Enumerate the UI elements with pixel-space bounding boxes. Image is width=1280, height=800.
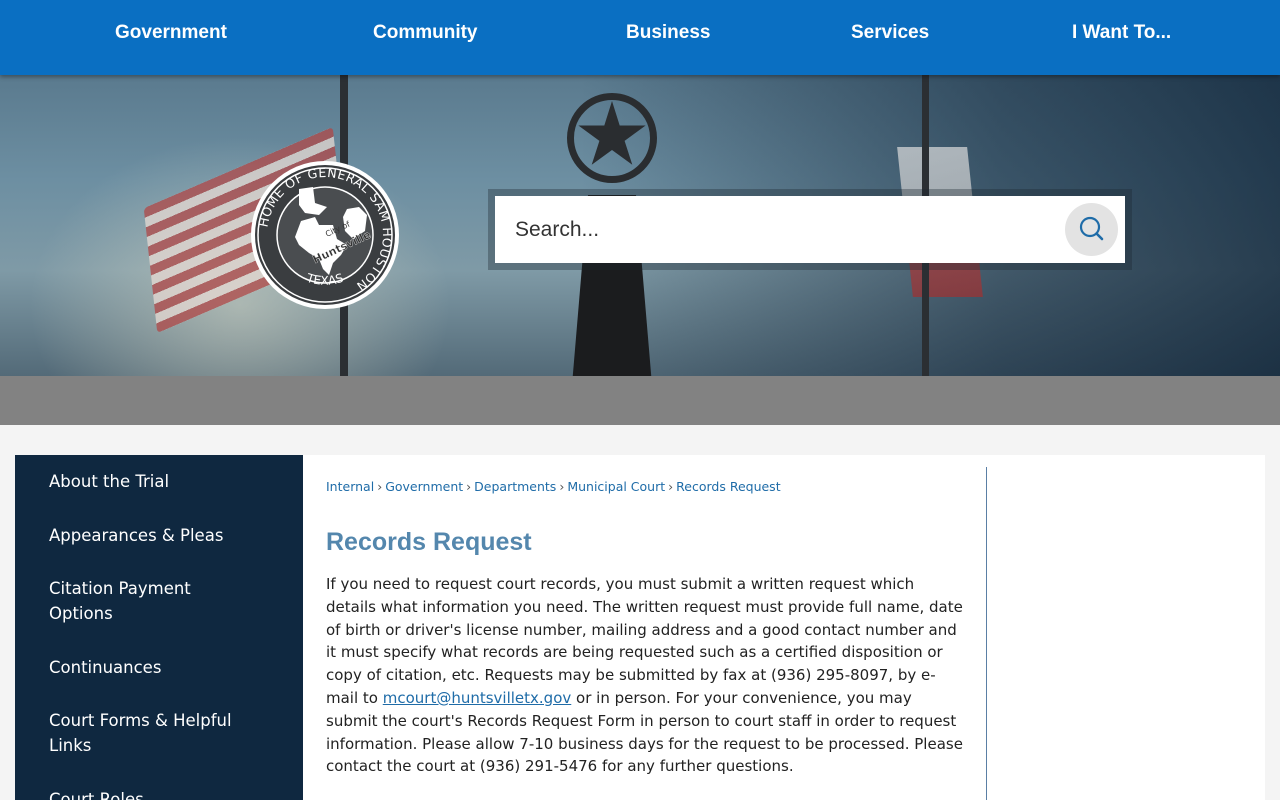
sidebar-item-court-forms-helpful-links[interactable]: Court Forms & Helpful Links	[49, 708, 249, 758]
records-request-paragraph: If you need to request court records, yo…	[326, 573, 966, 778]
breadcrumb-separator: ›	[377, 479, 383, 494]
breadcrumb-separator: ›	[466, 479, 472, 494]
breadcrumb-separator: ›	[559, 479, 565, 494]
search-input[interactable]	[515, 196, 1055, 263]
email-link[interactable]: mcourt@huntsvilletx.gov	[383, 689, 572, 707]
nav-community[interactable]: Community	[373, 22, 478, 44]
nav-services[interactable]: Services	[851, 22, 929, 44]
search-button[interactable]	[1065, 203, 1118, 256]
sidebar-item-citation-payment-options[interactable]: Citation Payment Options	[49, 576, 229, 626]
top-navigation: Government Community Business Services I…	[0, 0, 1280, 75]
breadcrumb-records-request[interactable]: Records Request	[676, 479, 780, 494]
city-seal-logo[interactable]: HOME OF GENERAL SAM HOUSTON TEXAS City o…	[249, 159, 401, 311]
sidebar-item-about-the-trial[interactable]: About the Trial	[49, 469, 269, 494]
content-divider	[986, 467, 987, 800]
breadcrumb-municipal-court[interactable]: Municipal Court	[567, 479, 665, 494]
sidebar-item-appearances-pleas[interactable]: Appearances & Pleas	[49, 523, 269, 548]
sidebar: About the Trial Appearances & Pleas Cita…	[15, 455, 303, 800]
sidebar-item-court-roles[interactable]: Court Roles	[49, 787, 269, 800]
paragraph-text-part1: If you need to request court records, yo…	[326, 575, 963, 707]
nav-government[interactable]: Government	[115, 22, 227, 44]
breadcrumb-internal[interactable]: Internal	[326, 479, 374, 494]
breadcrumb-departments[interactable]: Departments	[474, 479, 556, 494]
page-title: Records Request	[326, 528, 532, 556]
nav-i-want-to[interactable]: I Want To...	[1072, 22, 1171, 44]
sidebar-item-continuances[interactable]: Continuances	[49, 655, 269, 680]
breadcrumb-separator: ›	[668, 479, 674, 494]
nav-business[interactable]: Business	[626, 22, 710, 44]
search-box	[495, 196, 1125, 263]
breadcrumb-government[interactable]: Government	[385, 479, 463, 494]
hero-bottom-band	[0, 376, 1280, 425]
search-icon	[1079, 216, 1104, 241]
breadcrumb: Internal › Government › Departments › Municipa…	[326, 479, 781, 494]
